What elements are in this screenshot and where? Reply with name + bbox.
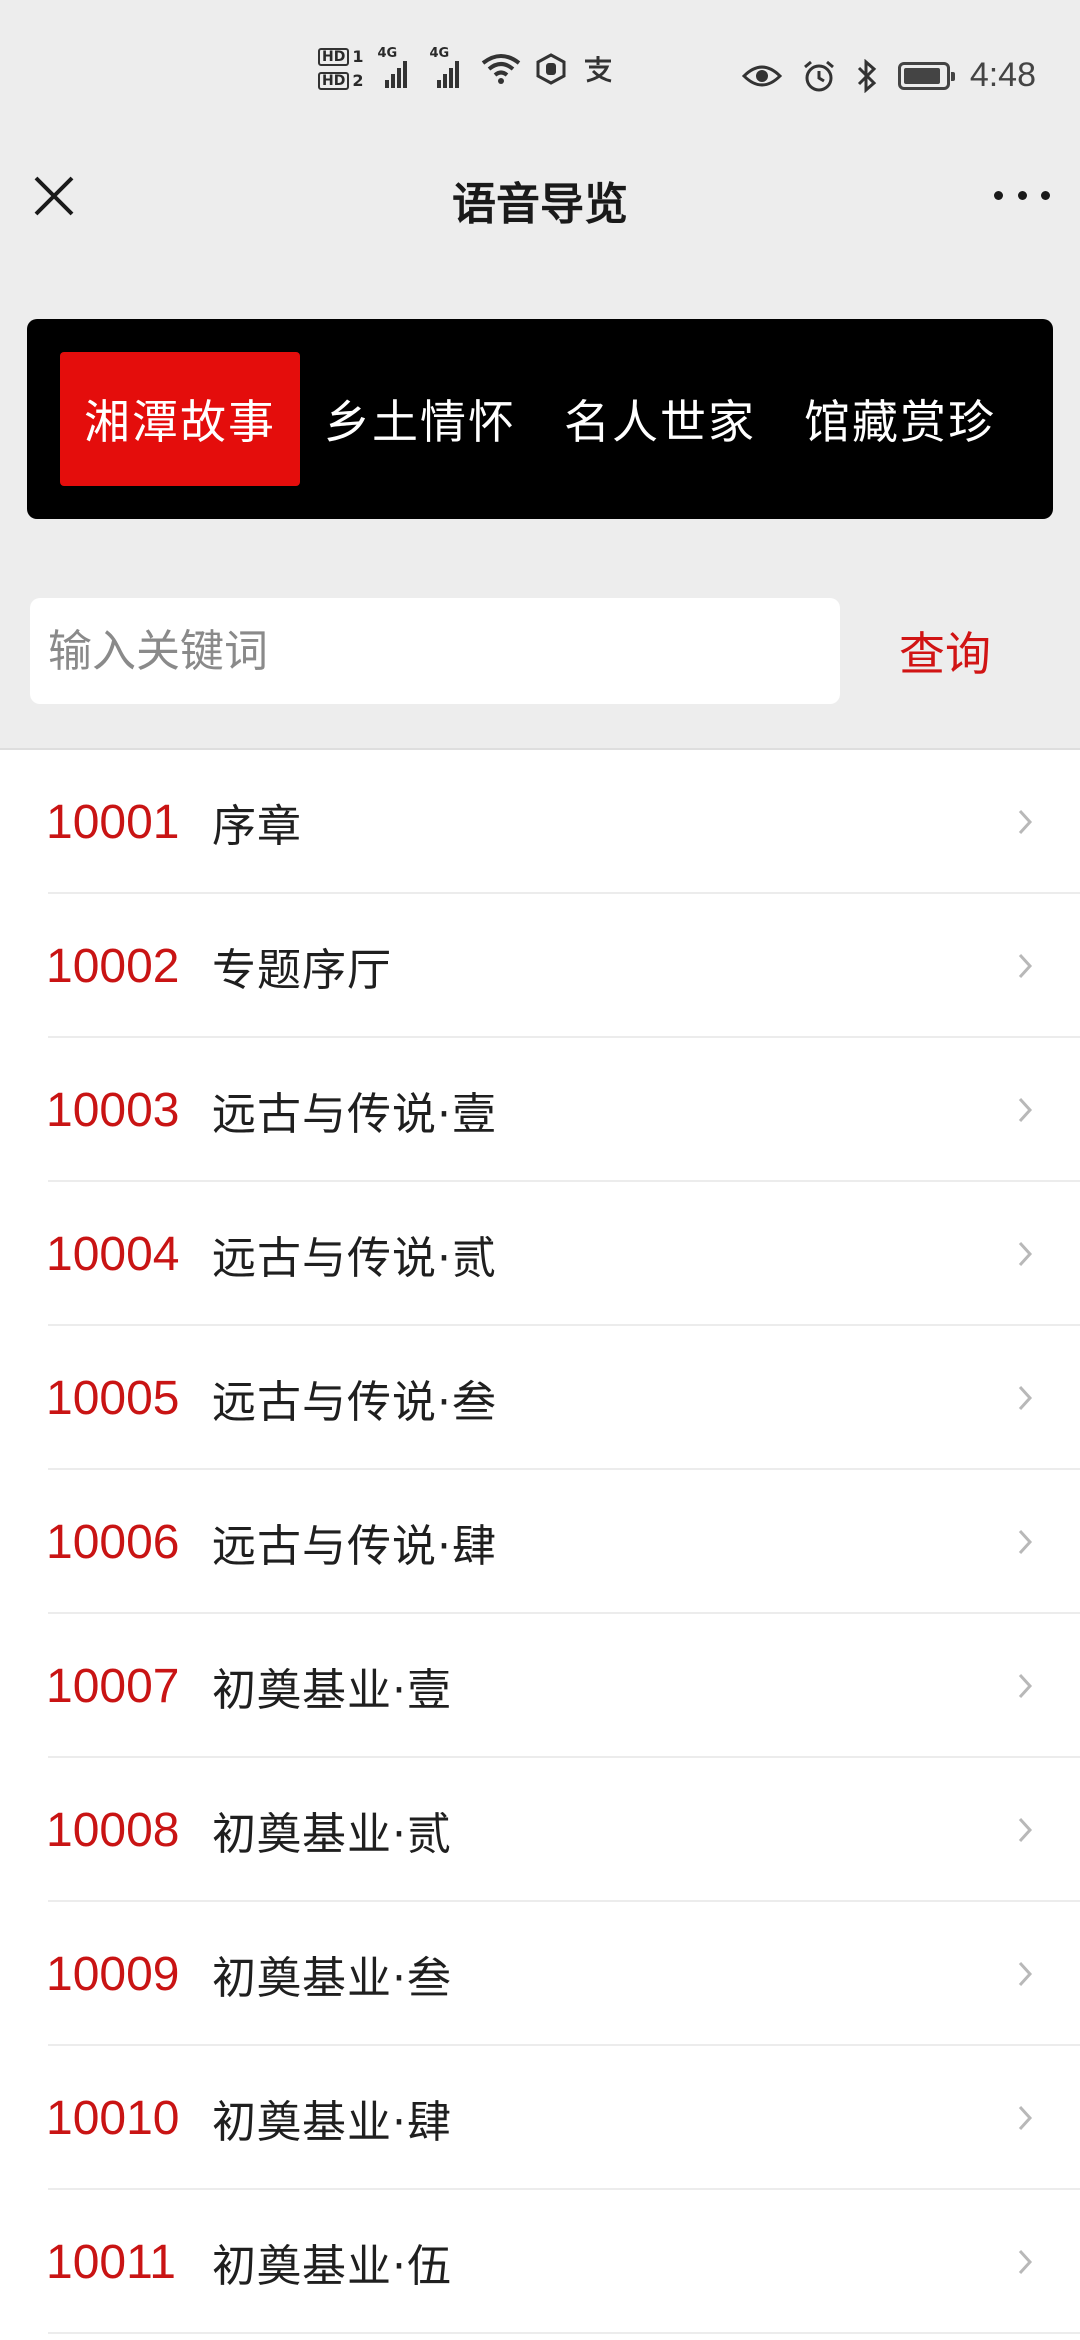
- battery-fill: [903, 67, 940, 84]
- hd-label-1: HD: [318, 48, 350, 66]
- wifi-icon: [482, 54, 521, 84]
- list-item[interactable]: 10011 初奠基业·伍: [0, 2190, 1080, 2334]
- chevron-right-icon: [1018, 953, 1033, 979]
- chevron-right-icon: [1018, 1673, 1033, 1699]
- item-code: 10005: [46, 1371, 180, 1425]
- chevron-right-icon: [1018, 1241, 1033, 1267]
- alarm-icon: [803, 60, 834, 91]
- list-item[interactable]: 10007 初奠基业·壹: [0, 1614, 1080, 1758]
- item-name: 初奠基业·伍: [212, 2241, 452, 2292]
- item-code: 10004: [46, 1227, 180, 1281]
- item-name: 远古与传说·肆: [212, 1521, 497, 1572]
- chevron-right-icon: [1018, 1529, 1033, 1555]
- item-name: 远古与传说·壹: [212, 1089, 497, 1140]
- chevron-right-icon: [1018, 1817, 1033, 1843]
- more-dot: [1017, 190, 1027, 200]
- chevron-right-icon: [1018, 809, 1033, 835]
- chevron-right-icon: [1018, 1385, 1033, 1411]
- list-item[interactable]: 10008 初奠基业·贰: [0, 1758, 1080, 1902]
- signal-icon-1: 4G: [377, 46, 415, 88]
- item-name: 初奠基业·壹: [212, 1665, 452, 1716]
- status-bar: HD 1 HD 2 4G 4G 4:48: [0, 0, 1080, 150]
- hd-label-2: HD: [318, 72, 350, 90]
- item-code: 10001: [46, 795, 180, 849]
- category-tab-bar: 湘潭故事 乡土情怀 名人世家 馆藏赏珍: [27, 319, 1053, 519]
- list-item[interactable]: 10005 远古与传说·叁: [0, 1326, 1080, 1470]
- network-type-2: 4G: [429, 46, 450, 61]
- audio-guide-list: 10001 序章 10002 专题序厅 10003 远古与传说·壹 10004 …: [0, 748, 1080, 2340]
- eye-icon: [741, 65, 782, 86]
- alipay-icon: [585, 56, 612, 83]
- item-name: 远古与传说·贰: [212, 1233, 497, 1284]
- hand-icon: [536, 53, 566, 85]
- item-code: 10003: [46, 1083, 180, 1137]
- network-type-1: 4G: [377, 46, 398, 61]
- list-item[interactable]: 10002 专题序厅: [0, 894, 1080, 1038]
- item-name: 序章: [212, 801, 302, 852]
- list-item[interactable]: 10010 初奠基业·肆: [0, 2046, 1080, 2190]
- chevron-right-icon: [1018, 1097, 1033, 1123]
- signal-icon-2: 4G: [429, 46, 467, 88]
- item-code: 10008: [46, 1803, 180, 1857]
- item-name: 初奠基业·贰: [212, 1809, 452, 1860]
- tab-xiangtan-story[interactable]: 湘潭故事: [60, 352, 300, 486]
- more-icon[interactable]: [994, 180, 1050, 210]
- item-code: 10007: [46, 1659, 180, 1713]
- hd-slot-1: 1: [352, 47, 364, 66]
- list-item[interactable]: 10009 初奠基业·叁: [0, 1902, 1080, 2046]
- hd-indicators: HD 1 HD 2: [318, 48, 363, 90]
- hd-slot-2: 2: [352, 71, 364, 90]
- tab-hometown-feelings[interactable]: 乡土情怀: [300, 352, 540, 486]
- battery-icon: [897, 61, 955, 90]
- item-code: 10002: [46, 939, 180, 993]
- status-right-group: 4:48: [741, 56, 1036, 95]
- list-item[interactable]: 10001 序章: [0, 750, 1080, 894]
- chevron-right-icon: [1018, 2105, 1033, 2131]
- list-item[interactable]: 10004 远古与传说·贰: [0, 1182, 1080, 1326]
- item-name: 初奠基业·肆: [212, 2097, 452, 2148]
- search-button[interactable]: 查询: [890, 618, 1000, 684]
- hd-badge-1: HD 1: [318, 48, 363, 66]
- nav-header: 语音导览: [0, 150, 1080, 242]
- status-left-group: HD 1 HD 2 4G 4G: [318, 46, 615, 90]
- chevron-right-icon: [1018, 1961, 1033, 1987]
- list-item[interactable]: 10006 远古与传说·肆: [0, 1470, 1080, 1614]
- chevron-right-icon: [1018, 2249, 1033, 2275]
- item-code: 10006: [46, 1515, 180, 1569]
- search-input[interactable]: [30, 598, 840, 704]
- more-dot: [994, 190, 1003, 200]
- bluetooth-icon: [857, 58, 877, 93]
- item-name: 初奠基业·叁: [212, 1953, 452, 2004]
- item-code: 10009: [46, 1947, 180, 2001]
- item-name: 远古与传说·叁: [212, 1377, 497, 1428]
- search-row: 查询: [0, 598, 1080, 704]
- item-code: 10011: [46, 2235, 176, 2289]
- hd-badge-2: HD 2: [318, 72, 363, 90]
- status-time: 4:48: [969, 56, 1036, 94]
- list-item[interactable]: 10003 远古与传说·壹: [0, 1038, 1080, 1182]
- page-title: 语音导览: [452, 179, 628, 230]
- more-dot: [1041, 190, 1050, 200]
- tab-collection-treasures[interactable]: 馆藏赏珍: [780, 352, 1020, 486]
- tab-famous-families[interactable]: 名人世家: [540, 352, 780, 486]
- item-code: 10010: [46, 2091, 180, 2145]
- item-name: 专题序厅: [212, 945, 392, 996]
